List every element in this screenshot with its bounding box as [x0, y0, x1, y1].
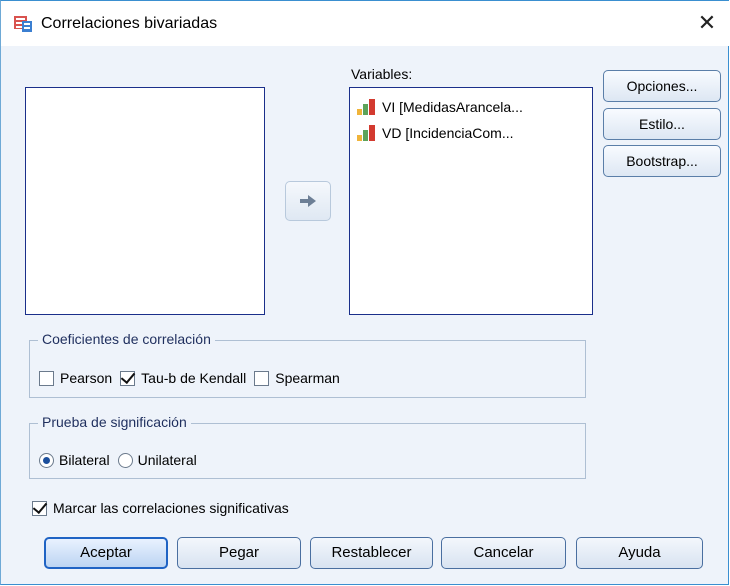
checkbox-box[interactable] — [39, 370, 54, 386]
checkbox-box[interactable] — [32, 500, 47, 516]
title-bar[interactable]: Correlaciones bivariadas ✕ — [1, 1, 729, 46]
window-title: Correlaciones bivariadas — [41, 15, 218, 32]
variable-item-vi[interactable]: VI [MedidasArancela... — [350, 94, 592, 120]
paste-button[interactable]: Pegar — [177, 537, 301, 569]
move-variable-button[interactable] — [285, 181, 331, 221]
correlations-dialog: Correlaciones bivariadas ✕ Variables: VI… — [0, 0, 729, 585]
arrow-right-icon — [300, 195, 316, 207]
spearman-checkbox-box[interactable] — [254, 370, 270, 386]
checkbox-label: Pearson — [60, 370, 113, 386]
pearson-checkbox[interactable]: Pearson Tau-b de Kendall Spearman — [39, 370, 340, 386]
target-variable-list[interactable]: VI [MedidasArancela... VD [IncidenciaCom… — [349, 87, 593, 315]
spss-dialog-icon — [14, 16, 32, 32]
group-legend: Coeficientes de correlación — [38, 331, 215, 347]
variable-label: VD [IncidenciaCom... — [382, 125, 514, 141]
spearman-checkbox-label[interactable]: Spearman — [275, 370, 340, 386]
variables-label: Variables: — [351, 66, 413, 82]
group-legend: Prueba de significación — [38, 414, 191, 430]
kendall-checkbox-box[interactable] — [120, 370, 136, 386]
variable-label: VI [MedidasArancela... — [382, 99, 523, 115]
checkbox-label: Marcar las correlaciones significativas — [53, 500, 289, 516]
style-button[interactable]: Estilo... — [603, 108, 721, 140]
help-button[interactable]: Ayuda — [576, 537, 703, 569]
source-variable-list[interactable] — [25, 87, 265, 315]
ordinal-measure-icon — [357, 125, 375, 141]
reset-button[interactable]: Restablecer — [310, 537, 433, 569]
flag-significant-checkbox[interactable]: Marcar las correlaciones significativas — [32, 500, 289, 516]
significance-radio-row: Bilateral Unilateral — [39, 452, 197, 468]
correlation-coefficients-group: Coeficientes de correlación — [29, 331, 586, 398]
ordinal-measure-icon — [357, 99, 375, 115]
kendall-checkbox-label[interactable]: Tau-b de Kendall — [141, 370, 246, 386]
unilateral-radio-label[interactable]: Unilateral — [138, 452, 197, 468]
bootstrap-button[interactable]: Bootstrap... — [603, 145, 721, 177]
bilateral-radio[interactable] — [39, 452, 54, 468]
bilateral-radio-label[interactable]: Bilateral — [59, 452, 110, 468]
cancel-button[interactable]: Cancelar — [441, 537, 566, 569]
unilateral-radio[interactable] — [117, 452, 133, 468]
significance-test-group: Prueba de significación — [29, 414, 586, 479]
ok-button[interactable]: Aceptar — [44, 537, 168, 569]
close-icon[interactable]: ✕ — [693, 9, 721, 37]
options-button[interactable]: Opciones... — [603, 70, 721, 102]
variable-item-vd[interactable]: VD [IncidenciaCom... — [350, 120, 592, 146]
